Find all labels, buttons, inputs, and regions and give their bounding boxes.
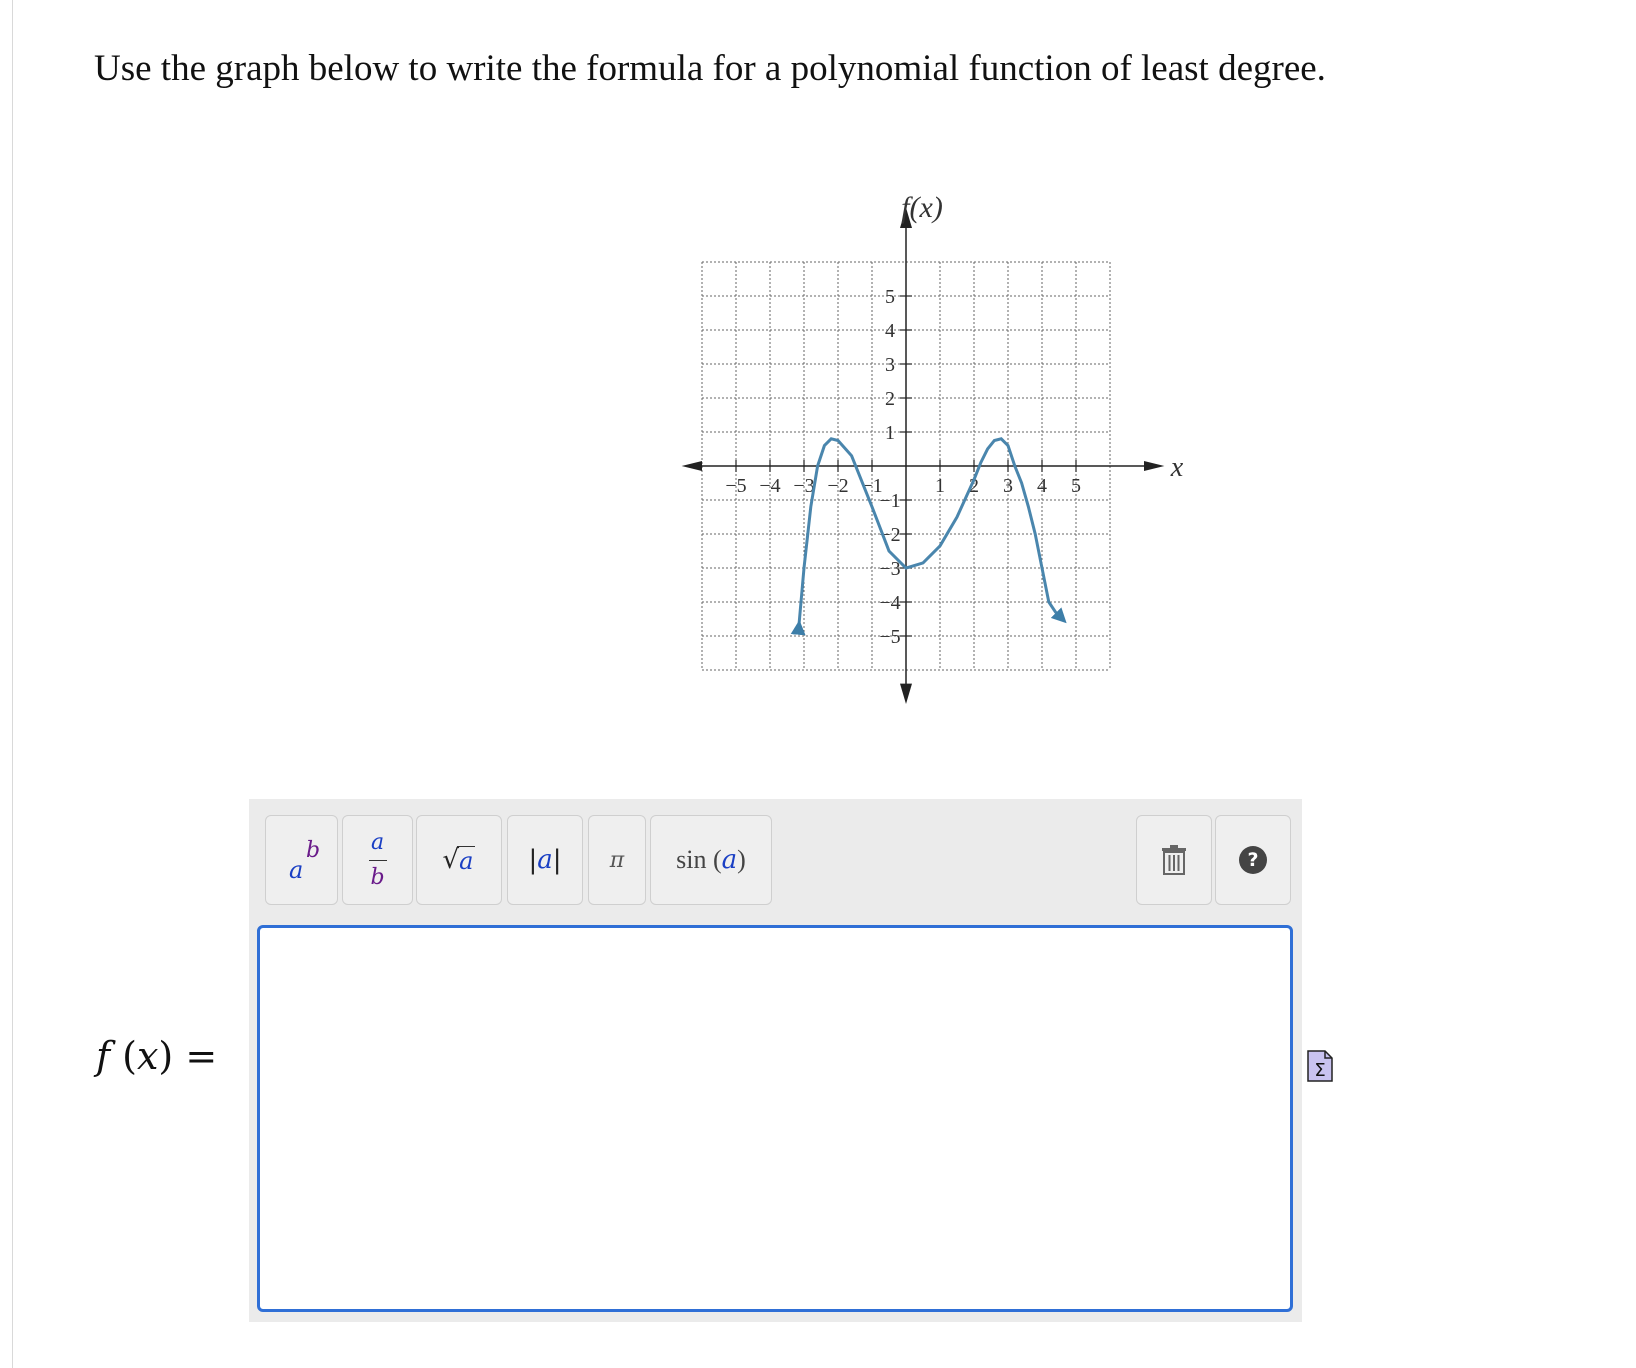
x-tick-label: −4 [759,475,780,497]
fraction-denominator: b [370,864,385,890]
y-tick-label: −4 [879,592,900,614]
math-editor: a b a b √ a | a | π sin (a) ? [249,799,1302,1322]
help-button[interactable]: ? [1215,815,1291,905]
y-tick-label: −5 [879,626,900,648]
sin-func: sin [676,845,707,874]
x-tick-label: 5 [1071,475,1081,497]
tick-labels: −5 −4 −3 −2 −1 1 2 3 4 554321−1−2−3−4−5 [725,286,1081,648]
sin-close-paren: ) [737,845,746,874]
x-tick-label: 1 [935,475,945,497]
svg-text:Σ: Σ [1314,1060,1325,1081]
fraction-numerator: a [370,829,385,855]
abs-argument: a [537,845,553,875]
axes [681,207,1165,704]
absolute-value-button[interactable]: | a | [507,815,583,905]
x-tick-label: −3 [793,475,814,497]
sqrt-argument: a [457,845,476,875]
x-tick-label: 4 [1037,475,1047,497]
answer-label-func: f [96,1034,111,1078]
x-tick-label: −5 [725,475,746,497]
answer-label: f (x) = [96,1034,218,1078]
y-axis-label: f(x) [901,191,943,224]
answer-label-var: x [136,1034,159,1078]
pi-symbol: π [609,847,625,873]
y-tick-label: 2 [885,388,895,410]
x-axis-arrow-left [681,461,702,471]
delete-button[interactable] [1136,815,1212,905]
y-axis-arrow-down [900,683,912,704]
y-tick-label: 3 [885,354,895,376]
power-button[interactable]: a b [265,815,338,905]
polynomial-graph: −5 −4 −3 −2 −1 1 2 3 4 554321−1−2−3−4−5 f(x) x [681,191,1184,704]
y-tick-label: 5 [885,286,895,308]
sin-open-paren: ( [706,845,722,874]
x-axis-arrow-right [1144,461,1165,471]
abs-right-bar: | [552,845,562,875]
answer-input[interactable] [257,925,1293,1312]
sin-argument: a [721,845,738,875]
abs-left-bar: | [528,845,538,875]
sqrt-button[interactable]: √ a [416,815,502,905]
fraction-bar [368,859,387,861]
x-tick-label: 3 [1003,475,1013,497]
fraction-button[interactable]: a b [342,815,413,905]
y-tick-label: 4 [885,320,895,342]
math-preview-icon[interactable]: Σ [1307,1050,1333,1082]
y-tick-label: 1 [885,422,895,444]
pi-button[interactable]: π [588,815,646,905]
help-icon: ? [1239,846,1267,874]
power-exponent: b [306,838,321,863]
x-tick-label: −2 [827,475,848,497]
x-axis-label: x [1170,452,1184,483]
power-base: a [289,856,304,884]
sin-button[interactable]: sin (a) [650,815,772,905]
trash-icon [1162,845,1186,875]
y-tick-label: −1 [879,490,900,512]
